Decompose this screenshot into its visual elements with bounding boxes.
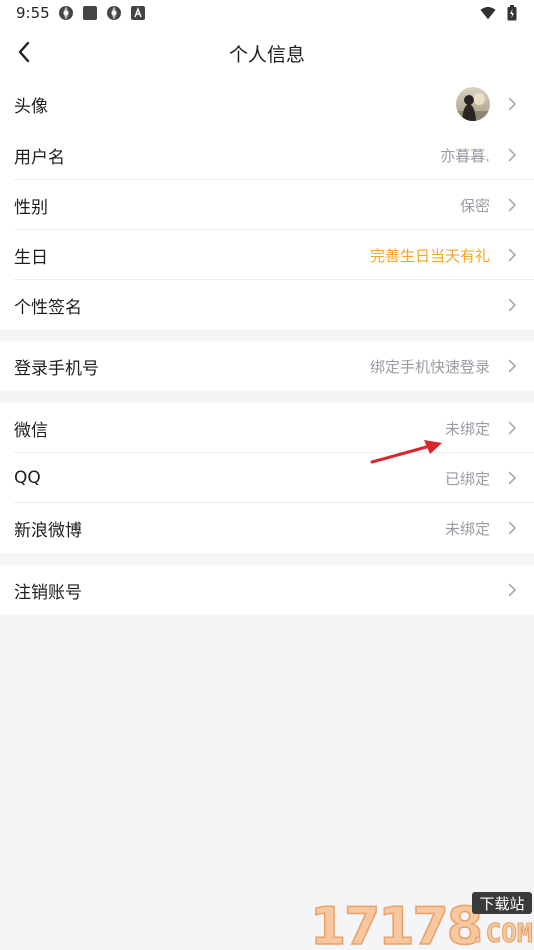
row-value: 已绑定 [444, 469, 490, 488]
row-label: 登录手机号 [14, 358, 99, 379]
gender-row[interactable]: 性别 保密 [0, 180, 534, 230]
row-label: QQ [14, 468, 41, 488]
profile-section: 头像 用户名 亦暮暮. 性别 保密 生日 完善生日当天有礼 个性签名 [0, 78, 534, 330]
weibo-row[interactable]: 新浪微博 未绑定 [0, 503, 534, 553]
avatar-row[interactable]: 头像 [0, 78, 534, 130]
row-value: 绑定手机快速登录 [369, 357, 490, 376]
row-value: 未绑定 [444, 419, 490, 438]
chevron-right-icon [508, 421, 516, 435]
annotation-arrow-icon [370, 440, 442, 464]
account-section: 注销账号 [0, 565, 534, 615]
watermark-number-text: 17178 [310, 897, 481, 950]
chevron-right-icon [508, 97, 516, 111]
chevron-right-icon [508, 521, 516, 535]
watermark-logo: 17178 下载站 .COM [309, 892, 533, 950]
watermark-number: 17178 [309, 896, 483, 950]
aperture-icon [58, 5, 74, 21]
status-icons-left [58, 5, 146, 21]
status-icons-right [480, 5, 520, 21]
aperture-icon [106, 5, 122, 21]
signature-row[interactable]: 个性签名 [0, 280, 534, 330]
row-label: 头像 [14, 96, 48, 117]
row-label: 生日 [14, 247, 48, 268]
row-value: 未绑定 [444, 519, 490, 538]
birthday-promo-text: 完善生日当天有礼 [369, 246, 490, 265]
row-value: 保密 [459, 196, 490, 215]
chevron-right-icon [508, 359, 516, 373]
qq-row[interactable]: QQ 已绑定 [0, 453, 534, 503]
username-row[interactable]: 用户名 亦暮暮. [0, 130, 534, 180]
row-label: 性别 [14, 197, 48, 218]
status-time: 9:55 [16, 4, 50, 22]
avatar [456, 87, 490, 121]
page-title: 个人信息 [228, 44, 305, 66]
birthday-row[interactable]: 生日 完善生日当天有礼 [0, 230, 534, 280]
chevron-right-icon [508, 248, 516, 262]
chevron-right-icon [508, 198, 516, 212]
social-binding-section: 微信 未绑定 QQ 已绑定 新浪微博 未绑定 [0, 403, 534, 553]
chevron-right-icon [508, 298, 516, 312]
wechat-row[interactable]: 微信 未绑定 [0, 403, 534, 453]
watermark-domain: .COM [470, 919, 533, 949]
phone-row[interactable]: 登录手机号 绑定手机快速登录 [0, 341, 534, 391]
chevron-right-icon [508, 148, 516, 162]
row-label: 用户名 [14, 147, 65, 168]
row-label: 注销账号 [14, 582, 82, 603]
battery-icon [504, 5, 520, 21]
wifi-icon [480, 5, 496, 21]
watermark-badge: 下载站 [479, 895, 524, 913]
square-icon [82, 5, 98, 21]
phone-section: 登录手机号 绑定手机快速登录 [0, 341, 534, 391]
row-label: 新浪微博 [14, 520, 82, 541]
status-bar: 9:55 [0, 0, 534, 26]
chevron-right-icon [508, 583, 516, 597]
chevron-right-icon [508, 471, 516, 485]
row-label: 个性签名 [14, 297, 82, 318]
cancel-account-row[interactable]: 注销账号 [0, 565, 534, 615]
header-bar: 个人信息 [0, 26, 534, 78]
a-badge-icon [130, 5, 146, 21]
row-label: 微信 [14, 420, 48, 441]
row-value: 亦暮暮. [440, 146, 490, 165]
